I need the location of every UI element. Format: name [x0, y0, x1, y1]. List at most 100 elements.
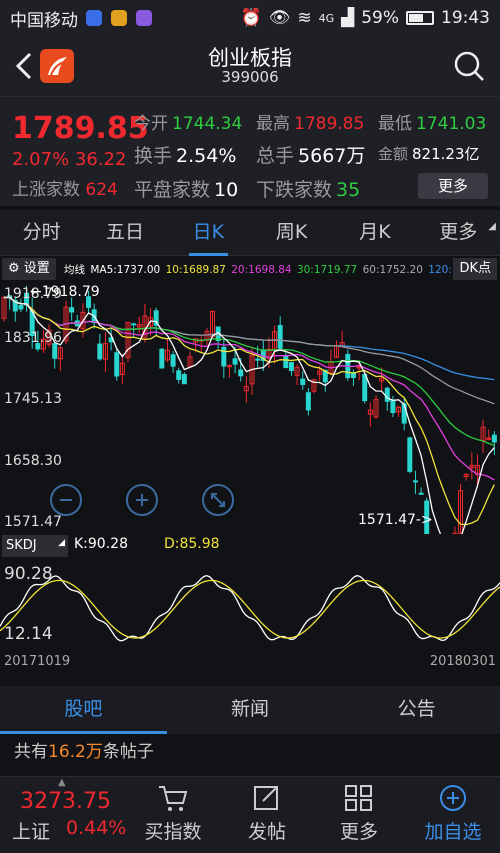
- battery-level: 59%: [361, 8, 399, 28]
- candle-body: [176, 370, 182, 380]
- period-tabs: 分时 五日 日K 周K 月K 更多 ◢: [0, 210, 500, 256]
- add-watchlist-button[interactable]: 加自选: [406, 777, 500, 853]
- candle-body: [384, 387, 390, 402]
- candle-body: [300, 378, 306, 385]
- signal-icon: ▟: [341, 8, 355, 28]
- grid-icon: [345, 785, 372, 811]
- up-count-value: 624: [85, 180, 118, 200]
- skdj-chart[interactable]: [0, 560, 500, 652]
- post-count-value: 16.2万: [48, 742, 103, 762]
- indicator-select[interactable]: SKDJ ◢: [2, 535, 68, 557]
- index-ticker[interactable]: ▲ 3273.75 上证 0.44%: [0, 777, 126, 853]
- turnover-value: 2.54%: [176, 145, 237, 167]
- tab-more-label: 更多: [439, 221, 478, 243]
- tab-announcements[interactable]: 公告: [333, 686, 500, 734]
- more-button[interactable]: 更多: [312, 777, 406, 853]
- post-label: 发帖: [247, 821, 286, 843]
- post-count: 共有16.2万条帖子: [0, 734, 500, 776]
- stock-code: 399006: [221, 68, 279, 86]
- tab-news[interactable]: 新闻: [167, 686, 334, 734]
- y-label-min: 1571.47: [4, 514, 62, 530]
- candle-body: [238, 369, 244, 377]
- flat-count: 平盘家数 10: [134, 175, 238, 202]
- tab-monthly-k[interactable]: 月K: [333, 210, 416, 255]
- ma30-value: 30:1719.77: [296, 264, 358, 276]
- open-price: 今开 1744.34: [134, 109, 242, 134]
- alarm-icon: ⏰: [240, 8, 262, 28]
- fullscreen-icon[interactable]: [202, 484, 234, 516]
- candle-body: [181, 374, 187, 385]
- add-watchlist-label: 加自选: [424, 821, 482, 843]
- candle-body: [277, 324, 283, 349]
- open-value: 1744.34: [172, 114, 243, 134]
- tab-intraday[interactable]: 分时: [0, 210, 83, 255]
- post-button[interactable]: 发帖: [220, 777, 314, 853]
- candle-body: [255, 358, 261, 361]
- candle-body: [221, 346, 227, 367]
- wifi-icon: ≋: [297, 8, 312, 28]
- ma20-value: 20:1698.84: [231, 264, 292, 276]
- more-label: 更多: [339, 821, 378, 843]
- amount: 金额 821.23亿: [378, 143, 480, 164]
- high-label: 最高: [256, 114, 290, 134]
- eye-icon: 👁: [268, 8, 291, 28]
- candle-body: [18, 304, 24, 310]
- clock-time: 19:43: [441, 8, 490, 28]
- settings-label: 设置: [23, 261, 50, 276]
- dk-point-button[interactable]: DK点: [453, 258, 497, 280]
- down-count: 下跌家数 35: [256, 175, 360, 202]
- candle-body: [491, 434, 497, 443]
- low-annotation: 1571.47->: [358, 512, 433, 528]
- high-annotation-value: 1918.79: [41, 284, 100, 300]
- turnover-label: 换手: [134, 145, 173, 167]
- d-value: D:85.98: [164, 536, 220, 552]
- tab-daily-k[interactable]: 日K: [167, 210, 250, 256]
- up-count-label: 上涨家数: [12, 180, 80, 200]
- low-value: 1741.03: [416, 114, 487, 134]
- add-circle-icon: [440, 785, 466, 811]
- y-label-3: 1745.13: [4, 391, 62, 407]
- buy-index-label: 买指数: [144, 821, 202, 843]
- tab-five-day[interactable]: 五日: [83, 210, 166, 255]
- gear-icon: ⚙: [8, 261, 20, 276]
- indicator-bar: SKDJ ◢ K:90.28 D:85.98: [0, 534, 500, 558]
- settings-button[interactable]: ⚙ 设置: [2, 258, 56, 280]
- tab-forum[interactable]: 股吧: [0, 686, 167, 734]
- tab-weekly-k[interactable]: 周K: [250, 210, 333, 255]
- gallery-icon: [136, 10, 152, 26]
- tab-more[interactable]: 更多 ◢: [417, 210, 500, 255]
- status-bar: 中国移动 ⏰ 👁 ≋ 4G ▟ 59% 19:43: [0, 0, 500, 36]
- candle-body: [114, 352, 120, 377]
- index-name: 上证: [12, 821, 51, 843]
- candle-body: [412, 480, 418, 483]
- zoom-in-icon[interactable]: [126, 484, 158, 516]
- search-icon[interactable]: [452, 49, 486, 83]
- ma60-value: 60:1752.20: [362, 264, 423, 276]
- quote-panel: 1789.85 2.07% 36.22 上涨家数 624 今开 1744.34 最…: [0, 96, 500, 206]
- volume-label: 总手: [256, 145, 295, 167]
- index-value: 3273.75: [20, 789, 111, 814]
- current-price: 1789.85: [12, 111, 149, 146]
- candle-body: [407, 437, 413, 472]
- candle-body: [97, 343, 103, 360]
- change-pct: 2.07%: [12, 149, 70, 170]
- zoom-out-icon[interactable]: [50, 484, 82, 516]
- quote-more-button[interactable]: 更多: [418, 173, 488, 199]
- end-date: 20180301: [429, 654, 496, 669]
- candle-body: [226, 365, 232, 368]
- skdj-line: [0, 579, 500, 639]
- low-label: 最低: [378, 114, 412, 134]
- up-count: 上涨家数 624: [12, 175, 118, 200]
- candle-body: [390, 399, 396, 414]
- low-price: 最低 1741.03: [378, 109, 486, 134]
- y-label-2: 1831.96: [4, 330, 62, 346]
- start-date: 20171019: [4, 654, 71, 669]
- post-count-prefix: 共有: [14, 742, 48, 762]
- candle-body: [418, 492, 424, 495]
- location-icon: [86, 10, 102, 26]
- carrier-name: 中国移动: [10, 10, 78, 31]
- k-value: K:90.28: [74, 536, 128, 552]
- y-label-4: 1658.30: [4, 453, 62, 469]
- price-change: 2.07% 36.22: [12, 149, 126, 170]
- buy-index-button[interactable]: 买指数: [126, 777, 220, 853]
